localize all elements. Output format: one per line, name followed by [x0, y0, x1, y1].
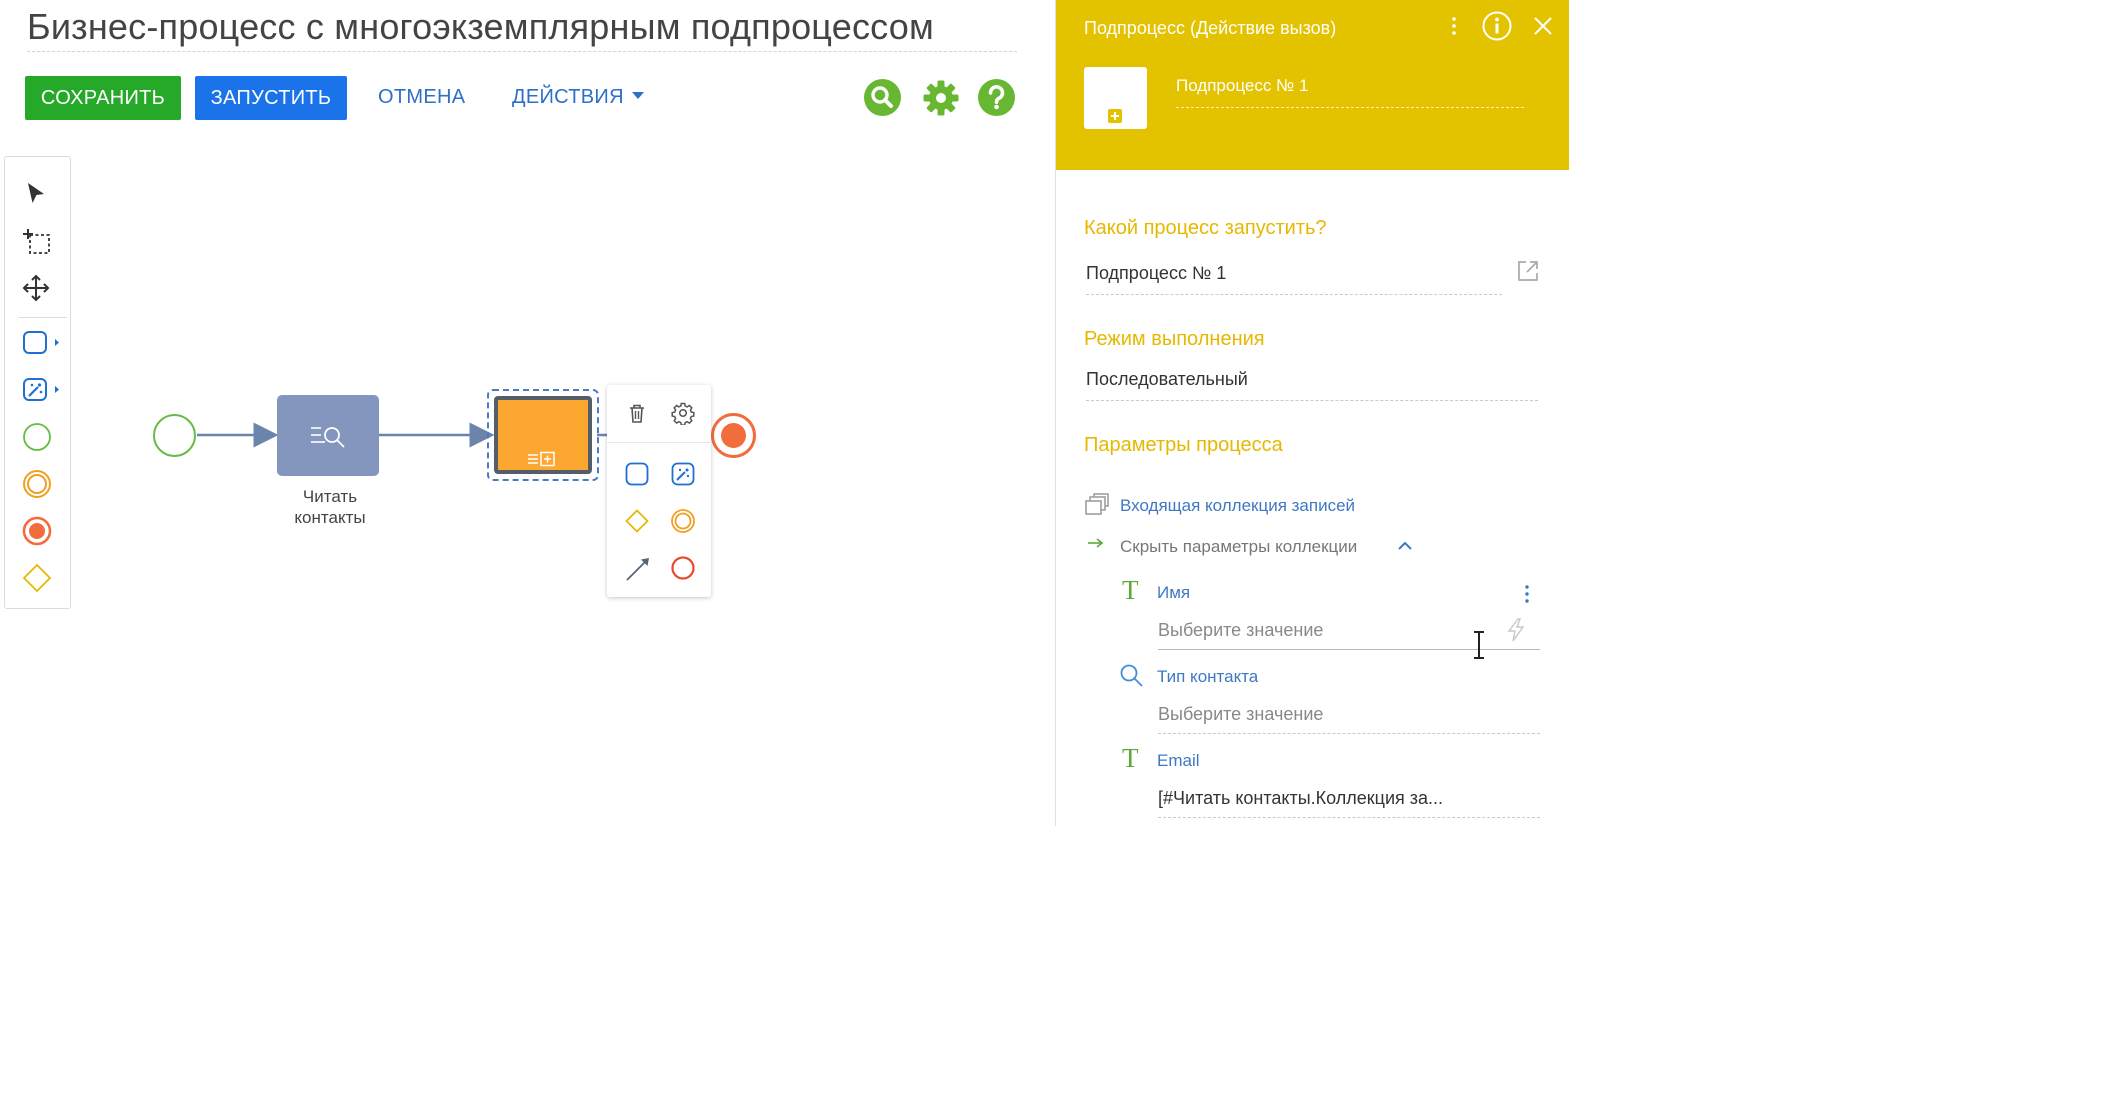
question-process-heading: Какой процесс запустить? [1084, 217, 1327, 239]
context-menu-divider [607, 442, 711, 443]
arrow-right-icon [1086, 535, 1106, 551]
collection-icon [1084, 493, 1110, 517]
read-contacts-task[interactable] [277, 395, 379, 476]
panel-header: Подпроцесс (Действие вызов) Подпроцесс №… [1056, 0, 1569, 170]
end-event-icon[interactable] [661, 548, 705, 588]
task-shape-icon[interactable] [615, 454, 659, 494]
execution-mode-heading: Режим выполнения [1084, 328, 1265, 350]
param-email-input[interactable]: [#Читать контакты.Коллекция за... [1158, 788, 1540, 818]
read-contacts-label: Читать контакты [294, 487, 366, 527]
incoming-collection-link[interactable]: Входящая коллекция записей [1120, 496, 1355, 516]
param-contact-type-label: Тип контакта [1157, 667, 1259, 686]
process-params-heading: Параметры процесса [1084, 434, 1283, 456]
param-contact-type-input[interactable]: Выберите значение [1158, 704, 1540, 734]
chevron-up-icon[interactable] [1396, 537, 1414, 555]
read-data-icon [311, 427, 345, 448]
open-link-icon[interactable] [1515, 258, 1541, 284]
param-email-label: Email [1157, 751, 1200, 770]
text-type-icon: T [1122, 743, 1139, 773]
settings-icon[interactable] [661, 393, 705, 433]
more-vertical-icon[interactable] [1448, 14, 1460, 38]
properties-panel: Подпроцесс (Действие вызов) Подпроцесс №… [1055, 0, 1569, 826]
subprocess-task[interactable] [494, 396, 592, 474]
process-lookup-field[interactable]: Подпроцесс № 1 [1086, 263, 1502, 295]
diagram-canvas: Читать контакты [0, 0, 1054, 826]
text-type-icon: T [1122, 575, 1139, 605]
element-thumbnail[interactable] [1084, 67, 1147, 129]
subprocess-marker-icon [1108, 109, 1122, 123]
execution-mode-field[interactable]: Последовательный [1086, 369, 1538, 401]
info-icon[interactable] [1481, 10, 1513, 42]
intermediate-event-icon[interactable] [661, 501, 705, 541]
close-icon[interactable] [1531, 14, 1555, 38]
formula-lightning-icon[interactable] [1504, 617, 1528, 643]
element-context-menu [607, 385, 711, 597]
panel-title: Подпроцесс (Действие вызов) [1084, 18, 1337, 38]
gateway-icon[interactable] [615, 501, 659, 541]
hide-collection-params-toggle[interactable]: Скрыть параметры коллекции [1120, 537, 1357, 557]
end-event[interactable] [711, 413, 756, 458]
delete-icon[interactable] [615, 393, 659, 433]
connector-arrow-icon[interactable] [615, 548, 659, 588]
param-more-icon[interactable] [1522, 583, 1532, 605]
lookup-type-icon [1119, 663, 1145, 689]
element-name-field[interactable]: Подпроцесс № 1 [1176, 76, 1524, 108]
magic-task-icon[interactable] [661, 454, 705, 494]
text-cursor-icon [1472, 630, 1486, 660]
param-name-label: Имя [1157, 583, 1191, 602]
start-event[interactable] [153, 414, 196, 457]
multi-instance-subprocess-icon [528, 451, 555, 467]
